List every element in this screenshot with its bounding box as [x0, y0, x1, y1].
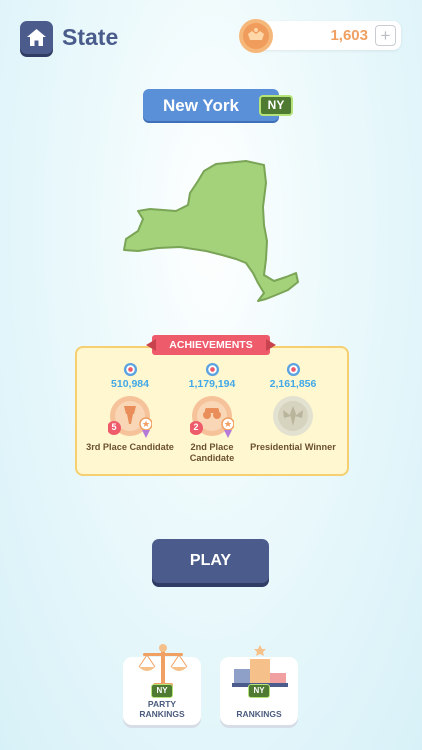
new-york-shape — [123, 160, 299, 302]
achievement-item: 1,179,194 2 2nd Place Candidate — [168, 362, 256, 464]
home-button[interactable] — [20, 21, 53, 54]
target-icon — [205, 362, 219, 377]
party-rankings-button[interactable]: NY PARTY RANKINGS — [123, 644, 201, 725]
achievement-count: 2,161,856 — [269, 378, 317, 390]
rank-badge: 5 — [111, 422, 117, 432]
card-label: RANKINGS — [236, 709, 282, 719]
page-title: State — [62, 24, 119, 50]
state-code-badge: NY — [259, 95, 293, 116]
achievement-label: 2nd Place Candidate — [189, 442, 235, 463]
state-code-badge: NY — [248, 684, 270, 698]
silver-medal-icon: 2 — [189, 394, 235, 438]
state-name: New York — [163, 96, 239, 115]
coin-count: 1,603 — [330, 27, 368, 44]
add-coins-button[interactable]: + — [375, 25, 396, 46]
rankings-button[interactable]: NY RANKINGS — [220, 645, 298, 725]
achievement-label: Presidential Winner — [250, 442, 336, 452]
gold-medal-icon — [271, 394, 315, 438]
achievement-count: 1,179,194 — [188, 378, 236, 390]
state-map — [123, 160, 299, 302]
target-icon — [123, 362, 137, 377]
achievement-count: 510,984 — [111, 378, 149, 390]
play-button[interactable]: PLAY — [152, 539, 269, 583]
target-icon — [286, 362, 300, 377]
rank-badge: 2 — [193, 422, 199, 432]
achievement-label: 3rd Place Candidate — [86, 442, 174, 452]
achievement-item: 2,161,856 Presidential Winner — [249, 362, 337, 453]
home-icon — [27, 29, 46, 46]
achievements-title: ACHIEVEMENTS — [152, 335, 270, 355]
card-label: PARTY RANKINGS — [139, 699, 185, 719]
achievement-item: 510,984 5 3rd Place Candidate — [86, 362, 174, 453]
state-code-badge: NY — [151, 684, 173, 698]
bronze-medal-icon: 5 — [107, 394, 153, 438]
coin-icon — [239, 19, 273, 53]
